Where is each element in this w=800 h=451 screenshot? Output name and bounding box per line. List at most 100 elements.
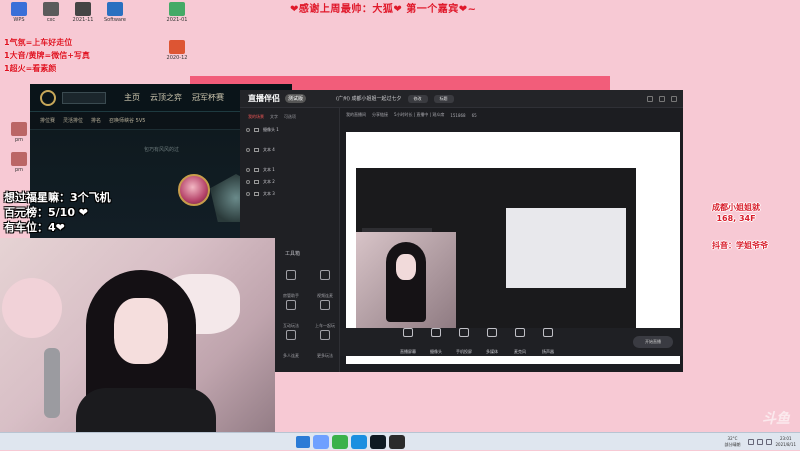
scene-tabs: 我的场景 文字 可选项 <box>240 108 339 124</box>
toolbar-screen-capture[interactable]: 直播屏幕 <box>396 327 420 357</box>
scene-item[interactable]: 文本 1 <box>240 164 339 176</box>
player-icon[interactable] <box>332 434 348 449</box>
tool-interactive[interactable]: 互动玩法 <box>276 300 306 331</box>
game-nav-home[interactable]: 主页 <box>124 92 140 103</box>
car-icon <box>320 300 330 310</box>
tool-more[interactable]: 更多玩法 <box>310 330 340 361</box>
title-button[interactable]: 标题 <box>433 94 454 103</box>
mic-icon <box>515 327 525 337</box>
my-room-link[interactable]: 我的直播间 <box>346 112 366 118</box>
window-controls <box>641 95 677 102</box>
start-live-button[interactable]: 开始直播 <box>633 336 673 348</box>
minimize-icon[interactable] <box>647 95 653 102</box>
desktop-icon[interactable]: WPS <box>4 2 34 23</box>
tab-text[interactable]: 文字 <box>270 114 278 120</box>
text-icon <box>254 168 259 172</box>
eye-icon[interactable] <box>246 128 250 132</box>
maximize-icon[interactable] <box>659 95 665 102</box>
top-banner: ❤感谢上周最帅：大狐❤ 第一个嘉宾❤~ <box>290 4 477 15</box>
tab-scenes[interactable]: 我的场景 <box>248 114 264 120</box>
scene-item[interactable]: 文本 4 <box>240 144 339 156</box>
tool-video-link[interactable]: 视频连麦 <box>310 270 340 301</box>
game-nav-tft[interactable]: 云顶之弈 <box>150 92 182 103</box>
clock[interactable]: 23:01 2021/8/11 <box>775 436 796 448</box>
league-icon[interactable] <box>370 434 386 449</box>
weather-widget[interactable]: 32°C 部分晴朗 <box>724 436 740 448</box>
room-id: 151868 <box>450 112 466 118</box>
eye-icon[interactable] <box>246 148 250 152</box>
network-icon[interactable] <box>748 439 755 445</box>
eye-icon[interactable] <box>246 192 250 196</box>
camera-icon <box>431 327 441 337</box>
preview-webcam <box>356 232 456 328</box>
league-logo-icon[interactable] <box>40 89 56 106</box>
tab-options[interactable]: 可选项 <box>284 114 296 120</box>
volume-icon[interactable] <box>757 439 764 445</box>
close-icon[interactable] <box>671 95 677 102</box>
desktop-icon[interactable]: 2020-12 <box>162 40 192 61</box>
speaker-icon <box>543 327 553 337</box>
streamer-info: 成都小姐姐就 168, 34F <box>712 202 760 224</box>
nested-screen <box>506 208 626 288</box>
input-icon[interactable] <box>766 439 773 445</box>
admin-icon <box>286 270 296 280</box>
tool-room-admin[interactable]: 房管助手 <box>276 270 306 301</box>
toolbar-microphone[interactable]: 麦克风 <box>508 327 532 357</box>
scene-item[interactable]: 文本 3 <box>240 188 339 200</box>
stream-counters: 想过福星嘛：3个飞机 百元榜：5/10 ❤ 有车位：4❤ <box>4 190 111 235</box>
douyin-handle: 抖音：学姐爷爷 <box>712 241 768 250</box>
streamer-face <box>114 298 168 364</box>
rule-line: 1大音/黄牌=微信+写真 <box>4 51 90 60</box>
tool-multi-link[interactable]: 多人连麦 <box>276 330 306 361</box>
obs-titlebar: 直播伴侣 测试版 (广州) 成都小姐姐一起过七夕 修改 标题 <box>240 90 683 108</box>
game-search-input[interactable] <box>62 91 106 104</box>
app-title: 直播伴侣 <box>248 94 280 103</box>
share-link[interactable]: 分享链接 <box>372 112 388 118</box>
rules-overlay: 1气氛=上车好走位 1大音/黄牌=微信+写真 1超火=看素颜 <box>4 36 90 75</box>
toolbar-phone-cast[interactable]: 手机投屏 <box>452 327 476 357</box>
scene-item[interactable]: 文本 2 <box>240 176 339 188</box>
monitor-icon <box>403 327 413 337</box>
scene-item[interactable]: 摄像头 1 <box>240 124 339 136</box>
tool-car-play[interactable]: 上车一起玩 <box>310 300 340 331</box>
toolbar-speaker[interactable]: 扬声器 <box>536 327 560 357</box>
desktop-icon[interactable]: cxc <box>36 2 66 23</box>
desktop-icon[interactable]: 2021-01 <box>162 2 192 23</box>
users-icon <box>286 330 296 340</box>
game-nav-cup[interactable]: 冠军杯赛 <box>192 92 224 103</box>
start-button[interactable] <box>296 435 310 448</box>
game-sub-item[interactable]: 灵活排位 <box>63 117 83 124</box>
counter-line: 想过福星嘛：3个飞机 <box>4 191 111 204</box>
streaming-app-window[interactable]: 直播伴侣 测试版 (广州) 成都小姐姐一起过七夕 修改 标题 我的场景 文字 可… <box>240 90 683 372</box>
live-status: 5小时时长 | 直播中 | 观众席 <box>394 112 445 117</box>
rule-line: 1超火=看素颜 <box>4 64 57 73</box>
edit-button[interactable]: 修改 <box>407 94 428 103</box>
lobby-label: 包巧有风风的过 <box>144 147 180 153</box>
desktop-icon[interactable]: Software <box>100 2 130 23</box>
clock-date: 2021/8/11 <box>775 442 796 447</box>
game-sub-item[interactable]: 召唤师峡谷 5V5 <box>109 117 145 124</box>
webcam-feed <box>0 238 275 450</box>
video-icon <box>320 270 330 280</box>
phone-icon <box>459 327 469 337</box>
obs-icon[interactable] <box>389 434 405 449</box>
room-title: (广州) 成都小姐姐一起过七夕 <box>336 96 402 102</box>
desktop-icon[interactable]: 2021-11 <box>68 2 98 23</box>
weather-desc: 部分晴朗 <box>724 442 741 447</box>
toolbar-camera[interactable]: 摄像头 <box>424 327 448 357</box>
champion-portrait[interactable] <box>178 174 210 206</box>
eye-icon[interactable] <box>246 180 250 184</box>
game-sub-item[interactable]: 排位赛 <box>40 117 55 124</box>
system-tray: 32°C 部分晴朗 23:01 2021/8/11 <box>724 433 800 451</box>
tools-icon[interactable] <box>351 434 367 449</box>
toolbar-media[interactable]: 多媒体 <box>480 327 504 357</box>
text-icon <box>254 180 259 184</box>
eye-icon[interactable] <box>246 168 250 172</box>
game-sub-item[interactable]: 排名 <box>91 117 101 124</box>
more-icon <box>320 330 330 340</box>
streamer-stats: 168, 34F <box>716 214 756 223</box>
rule-line: 1气氛=上车好走位 <box>4 38 73 47</box>
source-toolbar: 直播屏幕 摄像头 手机投屏 多媒体 麦克风 扬声器 开始直播 <box>340 327 683 357</box>
app-k-icon[interactable] <box>313 434 329 449</box>
taskbar: 32°C 部分晴朗 23:01 2021/8/11 <box>0 432 800 450</box>
